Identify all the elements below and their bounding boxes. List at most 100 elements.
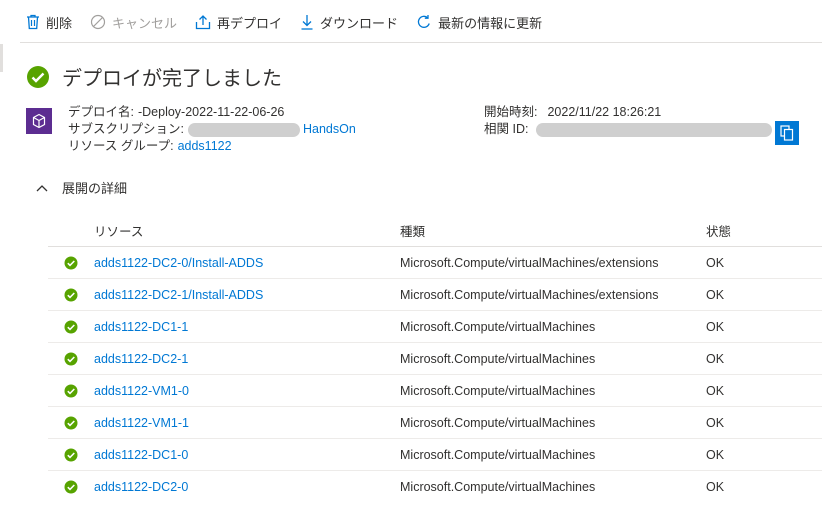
resource-link[interactable]: adds1122-VM1-0 (94, 384, 189, 398)
status-cell: OK (706, 415, 725, 430)
start-time-value: 2022/11/22 18:26:21 (547, 105, 662, 119)
resource-cell: adds1122-DC2-1 (48, 352, 400, 366)
cube-icon (32, 113, 46, 129)
resource-cell: adds1122-VM1-1 (48, 416, 400, 430)
table-row: adds1122-DC1-1 Microsoft.Compute/virtualM… (48, 311, 822, 343)
download-button[interactable]: ダウンロード (300, 0, 398, 44)
check-circle-icon (64, 416, 78, 429)
resource-cell: adds1122-DC2-0 (48, 480, 400, 494)
command-bar: 削除 キャンセル 再デプロイ ダウンロード 最新の情報に更新 (0, 0, 822, 44)
type-cell: Microsoft.Compute/virtualMachines (400, 319, 596, 334)
type-cell: Microsoft.Compute/virtualMachines (400, 383, 596, 398)
deployment-details-table: リソース 種類 状態 adds1122-DC2-0/Install-ADDS Mi… (48, 215, 822, 503)
type-cell: Microsoft.Compute/virtualMachines/extens… (400, 287, 659, 302)
header-resource: リソース (94, 225, 144, 239)
resource-link[interactable]: adds1122-DC2-1/Install-ADDS (94, 288, 263, 302)
start-time-row: 開始時刻: 2022/11/22 18:26:21 (484, 104, 772, 121)
table-row: adds1122-DC2-0 Microsoft.Compute/virtualM… (48, 471, 822, 503)
refresh-icon (417, 15, 430, 28)
check-circle-icon (27, 65, 49, 88)
deployment-info-right: 開始時刻: 2022/11/22 18:26:21 相関 ID: (484, 104, 773, 138)
download-icon (301, 15, 313, 30)
header-type: 種類 (400, 225, 426, 239)
start-time-label: 開始時刻: (484, 105, 538, 119)
type-cell: Microsoft.Compute/virtualMachines (400, 447, 596, 462)
check-circle-icon (64, 448, 78, 461)
page-title: デプロイが完了しました (62, 68, 282, 90)
redacted-subscription-id (187, 122, 300, 137)
check-circle-icon (64, 352, 78, 365)
type-cell: Microsoft.Compute/virtualMachines/extens… (400, 255, 659, 270)
resource-cell: adds1122-DC2-1/Install-ADDS (48, 288, 400, 302)
table-row: adds1122-VM1-0 Microsoft.Compute/virtualM… (48, 375, 822, 407)
toolbar-divider (20, 42, 822, 43)
refresh-label: 最新の情報に更新 (438, 15, 543, 31)
redeploy-button[interactable]: 再デプロイ (195, 0, 282, 44)
redacted-correlation-id (536, 122, 773, 137)
copy-icon (780, 125, 794, 141)
table-row: adds1122-DC2-0/Install-ADDS Microsoft.Com… (48, 247, 822, 279)
resource-link[interactable]: adds1122-DC1-1 (94, 320, 188, 334)
refresh-button[interactable]: 最新の情報に更新 (416, 0, 542, 44)
delete-label: 削除 (46, 15, 73, 31)
cancel-label: キャンセル (112, 15, 178, 31)
subscription-label: サブスクリプション: (68, 122, 184, 136)
table-row: adds1122-VM1-1 Microsoft.Compute/virtualM… (48, 407, 822, 439)
copy-button[interactable] (775, 121, 799, 145)
status-cell: OK (706, 447, 725, 462)
resource-link[interactable]: adds1122-DC1-0 (94, 448, 188, 462)
table-body: adds1122-DC2-0/Install-ADDS Microsoft.Com… (48, 247, 822, 503)
subscription-row: サブスクリプション: HandsOn (68, 121, 356, 138)
page-header: デプロイが完了しました (26, 62, 282, 91)
resource-group-link[interactable]: adds1122 (178, 138, 232, 155)
section-title: 展開の詳細 (62, 181, 128, 196)
check-circle-icon (64, 320, 78, 333)
deployment-details-toggle[interactable]: 展開の詳細 (36, 178, 127, 197)
resource-link[interactable]: adds1122-DC2-0/Install-ADDS (94, 256, 263, 270)
chevron-up-icon (36, 184, 48, 191)
table-row: adds1122-DC2-1/Install-ADDS Microsoft.Com… (48, 279, 822, 311)
correlation-id-label: 相関 ID: (484, 122, 529, 136)
upload-icon (195, 15, 211, 30)
check-circle-icon (64, 384, 78, 397)
table-row: adds1122-DC1-0 Microsoft.Compute/virtualM… (48, 439, 822, 471)
resource-group-row: リソース グループ: adds1122 (68, 138, 356, 155)
resource-cell: adds1122-DC1-1 (48, 320, 400, 334)
resource-cell: adds1122-VM1-0 (48, 384, 400, 398)
resource-link[interactable]: adds1122-DC2-0 (94, 480, 188, 494)
resource-link[interactable]: adds1122-DC2-1 (94, 352, 188, 366)
deployment-info-left: デプロイ名: -Deploy-2022-11-22-06-26 サブスクリプショ… (68, 104, 356, 155)
check-circle-icon (64, 256, 78, 269)
left-edge-marker (0, 44, 3, 72)
status-cell: OK (706, 319, 725, 334)
deploy-name-label: デプロイ名: (68, 105, 134, 119)
trash-icon (27, 14, 39, 30)
status-cell: OK (706, 255, 725, 270)
resource-cell: adds1122-DC2-0/Install-ADDS (48, 256, 400, 270)
deploy-name-row: デプロイ名: -Deploy-2022-11-22-06-26 (68, 104, 356, 121)
status-cell: OK (706, 287, 725, 302)
type-cell: Microsoft.Compute/virtualMachines (400, 480, 596, 494)
subscription-link[interactable]: HandsOn (303, 121, 356, 138)
table-row: adds1122-DC2-1 Microsoft.Compute/virtualM… (48, 343, 822, 375)
check-circle-icon (64, 480, 78, 494)
check-circle-icon (64, 288, 78, 301)
delete-button[interactable]: 削除 (26, 0, 72, 44)
table-header: リソース 種類 状態 (48, 215, 822, 247)
cancel-icon (90, 14, 106, 30)
correlation-id-row: 相関 ID: (484, 121, 773, 138)
status-cell: OK (706, 480, 725, 494)
type-cell: Microsoft.Compute/virtualMachines (400, 415, 596, 430)
type-cell: Microsoft.Compute/virtualMachines (400, 351, 596, 366)
deploy-name-value: -Deploy-2022-11-22-06-26 (137, 105, 285, 119)
header-status: 状態 (706, 225, 732, 239)
deployment-icon (26, 108, 52, 134)
resource-cell: adds1122-DC1-0 (48, 448, 400, 462)
resource-group-label: リソース グループ: (68, 139, 174, 153)
redeploy-label: 再デプロイ (217, 15, 283, 31)
download-label: ダウンロード (320, 15, 399, 31)
resource-link[interactable]: adds1122-VM1-1 (94, 416, 189, 430)
status-cell: OK (706, 383, 725, 398)
status-cell: OK (706, 351, 725, 366)
cancel-button[interactable]: キャンセル (90, 0, 177, 44)
